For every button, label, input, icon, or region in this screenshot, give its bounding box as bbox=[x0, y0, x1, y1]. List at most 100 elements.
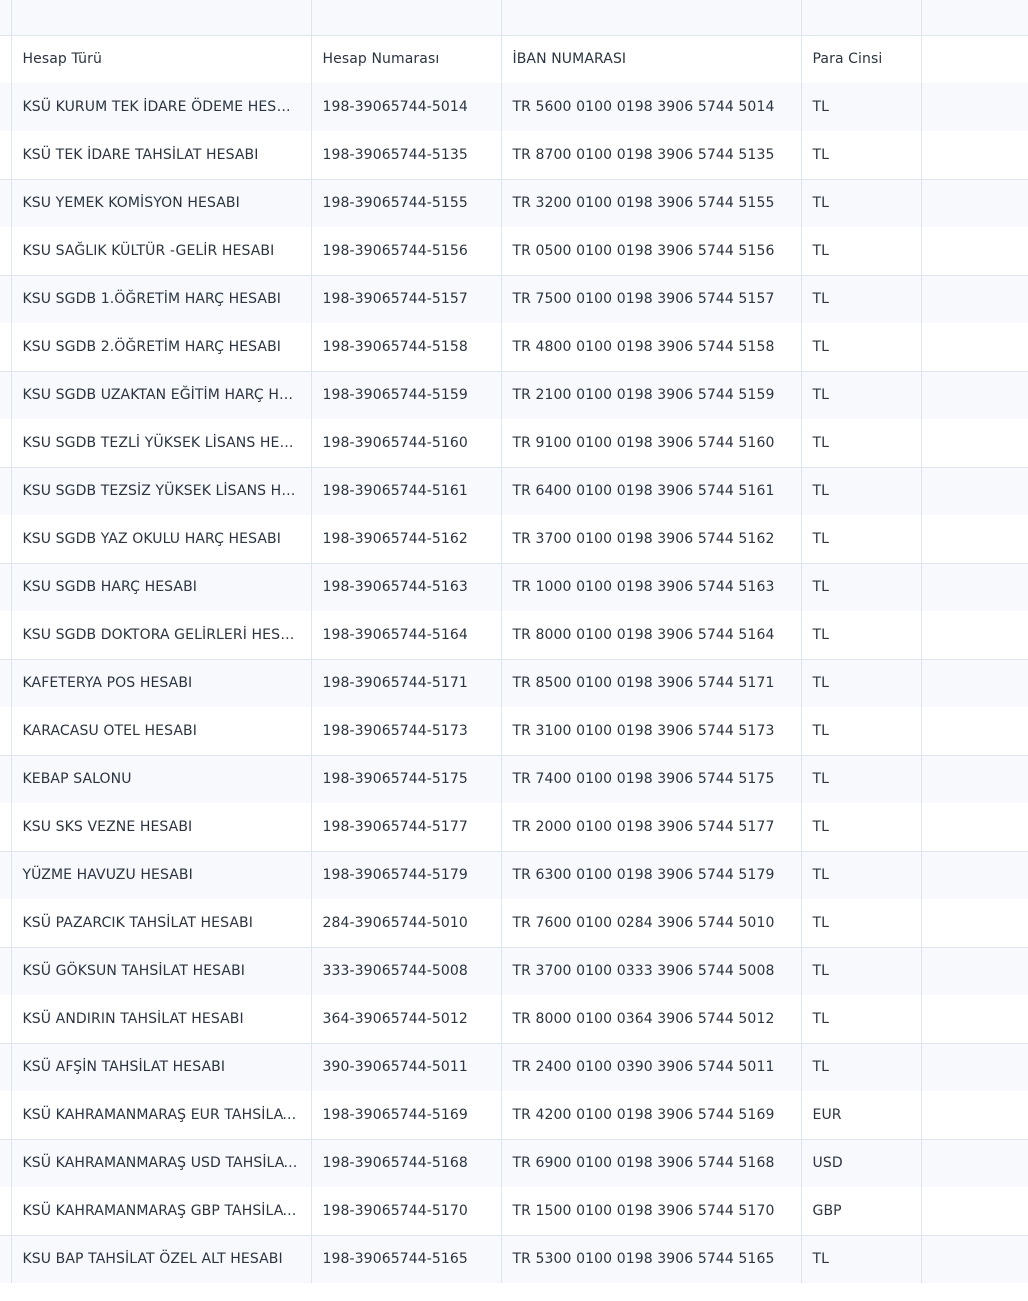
cell-empty bbox=[921, 755, 1028, 803]
cell-account-type: KSU SKS VEZNE HESABI bbox=[11, 803, 312, 852]
table-row: KSÜ TEK İDARE TAHSİLAT HESABI 198-3906574… bbox=[0, 131, 1028, 180]
cell-currency: TL bbox=[801, 371, 922, 419]
cell-account-number: 333-39065744-5008 bbox=[311, 947, 502, 995]
table-row: KSÜ KAHRAMANMARAŞ GBP TAHSİLAT HESABI198… bbox=[0, 1187, 1028, 1236]
cell-account-type: KSÜ TEK İDARE TAHSİLAT HESABI bbox=[11, 131, 312, 180]
cell-currency: TL bbox=[801, 563, 922, 611]
cell-account-number: 198-39065744-5157 bbox=[311, 275, 502, 323]
cell-account-number: 198-39065744-5163 bbox=[311, 563, 502, 611]
cell-empty bbox=[921, 275, 1028, 323]
table-row: KSÜ ANDIRIN TAHSİLAT HESABI 364-39065744-… bbox=[0, 995, 1028, 1044]
cell-account-type: KSU SGDB DOKTORA GELİRLERİ HESABI bbox=[11, 611, 312, 660]
cell-iban: TR 6400 0100 0198 3906 5744 5161 bbox=[501, 467, 802, 515]
cell-account-number: 198-39065744-5160 bbox=[311, 419, 502, 468]
cell-account-type: KSU SGDB YAZ OKULU HARÇ HESABI bbox=[11, 515, 312, 564]
cell-currency: TL bbox=[801, 755, 922, 803]
cell-empty bbox=[921, 899, 1028, 948]
cell-iban: TR 1000 0100 0198 3906 5744 5163 bbox=[501, 563, 802, 611]
table-row: KSU SGDB TEZSİZ YÜKSEK LİSANS HESABI 198-… bbox=[0, 467, 1028, 515]
cell-currency: TL bbox=[801, 899, 922, 948]
cell-account-type: KSÜ KAHRAMANMARAŞ GBP TAHSİLAT HESABI bbox=[11, 1187, 312, 1236]
cell-currency: TL bbox=[801, 275, 922, 323]
cell-iban: TR 3700 0100 0333 3906 5744 5008 bbox=[501, 947, 802, 995]
cell-account-number: 198-39065744-5175 bbox=[311, 755, 502, 803]
cell-account-type: KSU SGDB HARÇ HESABI bbox=[11, 563, 312, 611]
cell-empty bbox=[921, 1043, 1028, 1091]
cell-account-number: 198-39065744-5168 bbox=[311, 1139, 502, 1187]
table-row: KSU SAĞLIK KÜLTÜR -GELİR HESABI 198-39065… bbox=[0, 227, 1028, 276]
cell-iban: TR 3200 0100 0198 3906 5744 5155 bbox=[501, 179, 802, 227]
cell-account-number: 198-39065744-5135 bbox=[311, 131, 502, 180]
header-iban: İBAN NUMARASI bbox=[501, 35, 802, 83]
cell-currency: TL bbox=[801, 83, 922, 131]
cell-account-type: KSU SAĞLIK KÜLTÜR -GELİR HESABI bbox=[11, 227, 312, 276]
cell-account-number: 284-39065744-5010 bbox=[311, 899, 502, 948]
header-currency: Para Cinsi bbox=[801, 35, 922, 83]
cell-currency: TL bbox=[801, 131, 922, 180]
cell-iban: TR 6900 0100 0198 3906 5744 5168 bbox=[501, 1139, 802, 1187]
cell-currency: TL bbox=[801, 1235, 922, 1283]
cell-account-type: KSÜ PAZARCIK TAHSİLAT HESABI bbox=[11, 899, 312, 948]
cell-empty bbox=[921, 467, 1028, 515]
table-row: KSU SGDB DOKTORA GELİRLERİ HESABI 198-390… bbox=[0, 611, 1028, 660]
table-row: KSÜ KAHRAMANMARAŞ EUR TAHSİLAT HESABI198… bbox=[0, 1091, 1028, 1140]
table-row: KSÜ GÖKSUN TAHSİLAT HESABI 333-39065744-5… bbox=[0, 947, 1028, 995]
cell-account-number: 198-39065744-5164 bbox=[311, 611, 502, 660]
cell-account-type: KSU BAP TAHSİLAT ÖZEL ALT HESABI bbox=[11, 1235, 312, 1283]
cell-account-type: KSU SGDB UZAKTAN EĞİTİM HARÇ HESABI bbox=[11, 371, 312, 419]
cell-currency: TL bbox=[801, 467, 922, 515]
cell-account-type: KSU SGDB 2.ÖĞRETİM HARÇ HESABI bbox=[11, 323, 312, 372]
cell-empty bbox=[921, 1091, 1028, 1140]
table-row: KSU BAP TAHSİLAT ÖZEL ALT HESABI 198-3906… bbox=[0, 1235, 1028, 1283]
cell-account-type: KSÜ KURUM TEK İDARE ÖDEME HESABI bbox=[11, 83, 312, 131]
table-row: KSU YEMEK KOMİSYON HESABI 198-39065744-51… bbox=[0, 179, 1028, 227]
cell-iban: TR 3700 0100 0198 3906 5744 5162 bbox=[501, 515, 802, 564]
cell-account-type: KSU YEMEK KOMİSYON HESABI bbox=[11, 179, 312, 227]
cell-account-type: KSÜ ANDIRIN TAHSİLAT HESABI bbox=[11, 995, 312, 1044]
cell-account-type: YÜZME HAVUZU HESABI bbox=[11, 851, 312, 899]
table-header-row: Hesap Türü Hesap Numarası İBAN NUMARASI … bbox=[0, 35, 1028, 83]
cell-account-type: KARACASU OTEL HESABI bbox=[11, 707, 312, 756]
cell-account-type: KEBAP SALONU bbox=[11, 755, 312, 803]
cell-account-number: 198-39065744-5158 bbox=[311, 323, 502, 372]
cell-account-type: KAFETERYA POS HESABI bbox=[11, 659, 312, 707]
cell-empty bbox=[921, 419, 1028, 468]
cell-empty bbox=[921, 851, 1028, 899]
cell-account-type: KSÜ KAHRAMANMARAŞ USD TAHSİLAT HESABI bbox=[11, 1139, 312, 1187]
cell-account-number: 198-39065744-5159 bbox=[311, 371, 502, 419]
cell-currency: TL bbox=[801, 419, 922, 468]
cell-currency: TL bbox=[801, 995, 922, 1044]
cell-iban: TR 2000 0100 0198 3906 5744 5177 bbox=[501, 803, 802, 852]
cell-iban: TR 6300 0100 0198 3906 5744 5179 bbox=[501, 851, 802, 899]
cell-empty bbox=[921, 1235, 1028, 1283]
cell-account-type: KSU SGDB TEZLİ YÜKSEK LİSANS HESABI bbox=[11, 419, 312, 468]
cell-empty bbox=[921, 515, 1028, 564]
cell-account-number: 198-39065744-5169 bbox=[311, 1091, 502, 1140]
cell-empty bbox=[921, 803, 1028, 852]
cell-empty bbox=[921, 563, 1028, 611]
cell-account-number: 364-39065744-5012 bbox=[311, 995, 502, 1044]
header-account-number: Hesap Numarası bbox=[311, 35, 502, 83]
cell-iban: TR 3100 0100 0198 3906 5744 5173 bbox=[501, 707, 802, 756]
table-row: KSU SGDB 2.ÖĞRETİM HARÇ HESABI 198-390657… bbox=[0, 323, 1028, 372]
cell-iban: TR 2400 0100 0390 3906 5744 5011 bbox=[501, 1043, 802, 1091]
cell-account-type: KSU SGDB 1.ÖĞRETİM HARÇ HESABI bbox=[11, 275, 312, 323]
table-top-strip bbox=[0, 0, 1028, 36]
cell-account-number: 198-39065744-5177 bbox=[311, 803, 502, 852]
table-row: KSÜ KAHRAMANMARAŞ USD TAHSİLAT HESABI198… bbox=[0, 1139, 1028, 1187]
cell-currency: GBP bbox=[801, 1187, 922, 1236]
cell-empty bbox=[921, 947, 1028, 995]
cell-currency: TL bbox=[801, 179, 922, 227]
header-empty bbox=[921, 35, 1028, 83]
cell-currency: TL bbox=[801, 947, 922, 995]
accounts-table-container: Hesap Türü Hesap Numarası İBAN NUMARASI … bbox=[0, 0, 1028, 1301]
cell-empty bbox=[921, 995, 1028, 1044]
cell-currency: TL bbox=[801, 803, 922, 852]
table-row: KSU SGDB UZAKTAN EĞİTİM HARÇ HESABI 198-3… bbox=[0, 371, 1028, 419]
cell-empty bbox=[921, 611, 1028, 660]
table-row: KEBAP SALONU 198-39065744-5175 TR 7400 010… bbox=[0, 755, 1028, 803]
cell-currency: USD bbox=[801, 1139, 922, 1187]
table-row: KSU SKS VEZNE HESABI 198-39065744-5177 TR … bbox=[0, 803, 1028, 852]
cell-account-type: KSÜ GÖKSUN TAHSİLAT HESABI bbox=[11, 947, 312, 995]
cell-currency: TL bbox=[801, 1043, 922, 1091]
